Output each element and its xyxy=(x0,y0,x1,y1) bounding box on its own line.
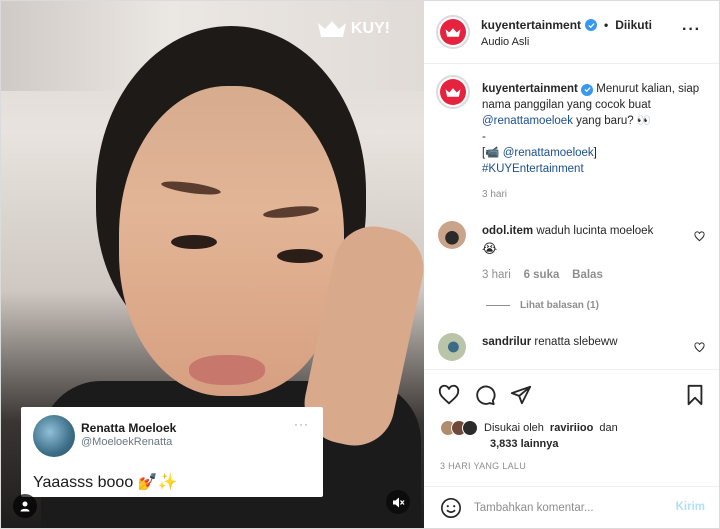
user-icon xyxy=(20,501,30,512)
comment-text: waduh lucinta moeloek xyxy=(536,225,654,237)
caption-mention-link[interactable]: @renattamoeloek xyxy=(482,115,573,127)
tweet-handle: @MoeloekRenatta xyxy=(81,436,173,448)
like-heart-icon[interactable] xyxy=(438,384,460,406)
logo-text: KUY! xyxy=(350,20,390,37)
crown-icon xyxy=(445,27,461,37)
comment-username[interactable]: sandrilur xyxy=(482,336,531,348)
liked-and: dan xyxy=(599,422,618,434)
comment-body: sandrilur renatta slebeww xyxy=(482,336,618,348)
comment-emoji: 😭 xyxy=(482,241,498,256)
more-options-icon[interactable]: ··· xyxy=(682,21,701,39)
comment-avatar[interactable] xyxy=(438,333,466,361)
kuy-watermark-logo: KUY! xyxy=(317,19,390,39)
verified-badge-icon xyxy=(585,19,598,31)
original-audio-link[interactable]: Audio Asli xyxy=(481,36,529,48)
liker-avatar[interactable] xyxy=(462,420,478,436)
post-modal: KUY! Renatta Moeloek @MoeloekRenatta ···… xyxy=(0,0,720,529)
video-eye-right xyxy=(277,249,323,263)
caption-credit-mention[interactable]: @renattamoeloek xyxy=(503,147,594,159)
comment-reply-button[interactable]: Balas xyxy=(572,269,603,281)
view-replies-label: Lihat balasan (1) xyxy=(520,300,599,311)
comment-likes[interactable]: 6 suka xyxy=(524,269,560,281)
caption-credit-prefix: [📹 xyxy=(482,147,500,159)
liked-prefix: Disukai oleh xyxy=(484,422,544,434)
tweet-text: Yaaasss booo 💅✨ xyxy=(33,474,178,491)
bookmark-icon[interactable] xyxy=(684,384,706,406)
comment-like-heart-icon[interactable] xyxy=(694,342,705,353)
crown-icon xyxy=(317,21,346,37)
video-lips xyxy=(189,355,265,385)
header-username[interactable]: kuyentertainment xyxy=(481,18,581,32)
comment-avatar[interactable] xyxy=(438,221,466,249)
tweet-avatar xyxy=(33,415,75,457)
comment-meta: 3 hari 6 suka Balas xyxy=(482,269,603,281)
verified-badge-icon xyxy=(581,83,594,96)
comment-body: odol.item waduh lucinta moeloek xyxy=(482,225,653,237)
comment-input[interactable] xyxy=(474,498,654,518)
caption-hashtag-link[interactable]: #KUYEntertainment xyxy=(482,163,584,175)
header-account-line: kuyentertainment • Diikuti xyxy=(481,18,652,32)
caption-dash: - xyxy=(482,131,486,143)
follow-status-button[interactable]: Diikuti xyxy=(615,18,652,32)
comment-composer: Kirim xyxy=(424,486,719,528)
comment-time: 3 hari xyxy=(482,269,511,281)
comment-like-heart-icon[interactable] xyxy=(694,231,705,242)
muted-speaker-icon xyxy=(392,497,404,507)
comment-bubble-icon[interactable] xyxy=(474,384,496,406)
view-replies-button[interactable]: Lihat balasan (1) xyxy=(486,300,599,311)
caption-credit-suffix: ] xyxy=(593,147,597,159)
crown-icon xyxy=(445,87,461,97)
header-separator: • xyxy=(604,18,609,32)
caption-avatar[interactable] xyxy=(436,75,470,109)
caption-line2: yang baru? 👀 xyxy=(576,115,652,127)
emoji-icon[interactable] xyxy=(440,497,462,519)
liked-user-link[interactable]: raviriioo xyxy=(550,422,593,434)
likes-count[interactable]: 3,833 lainnya xyxy=(490,438,559,450)
comment-username[interactable]: odol.item xyxy=(482,225,533,237)
likes-count-text: 3,833 lainnya xyxy=(490,438,559,450)
video-player[interactable]: KUY! Renatta Moeloek @MoeloekRenatta ···… xyxy=(1,1,424,528)
tweet-name: Renatta Moeloek xyxy=(81,421,177,435)
post-date: 3 HARI YANG LALU xyxy=(440,461,526,471)
video-face xyxy=(119,86,344,396)
view-replies-line xyxy=(486,305,510,306)
liker-avatars xyxy=(440,420,478,436)
tweet-overlay: Renatta Moeloek @MoeloekRenatta ··· Yaaa… xyxy=(21,407,323,497)
tagged-user-button[interactable] xyxy=(13,494,37,518)
mute-button[interactable] xyxy=(386,490,410,514)
video-eye-left xyxy=(171,235,217,249)
post-comment-button[interactable]: Kirim xyxy=(676,501,705,513)
caption-text: kuyentertainment Menurut kalian, siap na… xyxy=(482,81,707,203)
share-send-icon[interactable] xyxy=(510,384,532,406)
tweet-more-icon: ··· xyxy=(294,417,309,431)
caption-username[interactable]: kuyentertainment xyxy=(482,83,578,95)
post-header: kuyentertainment • Diikuti Audio Asli ··… xyxy=(424,1,719,64)
liked-by-line: Disukai oleh raviriioo dan xyxy=(440,420,618,436)
post-side-panel: kuyentertainment • Diikuti Audio Asli ··… xyxy=(424,1,719,528)
account-avatar[interactable] xyxy=(436,15,470,49)
comment-text: renatta slebeww xyxy=(534,336,618,348)
caption-time: 3 hari xyxy=(482,189,508,200)
